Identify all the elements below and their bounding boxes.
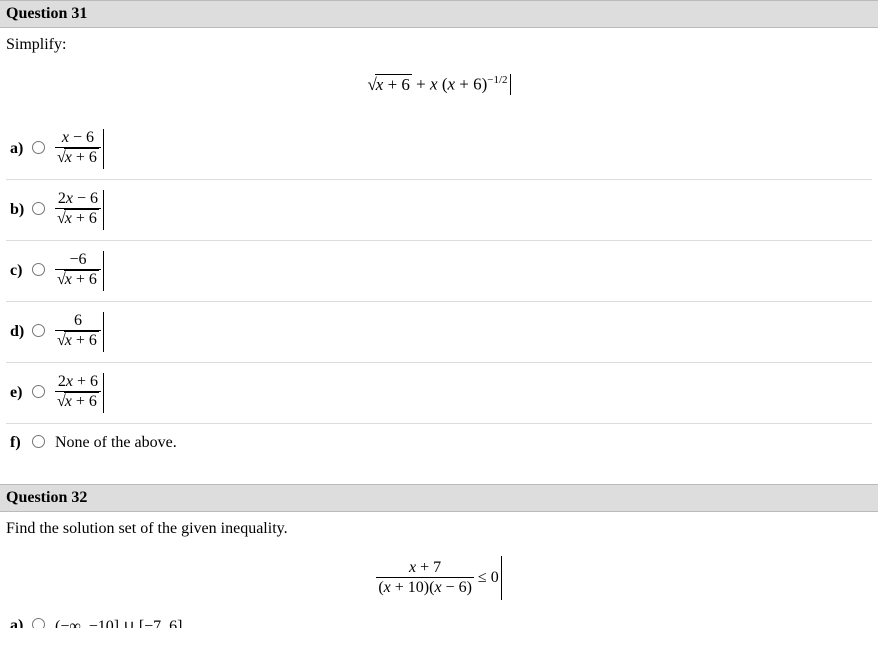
partial-interval: (−∞, −10] ∪ [−7, 6] (55, 616, 183, 628)
radio-f[interactable] (32, 435, 45, 448)
q31-choices: a) x − 6 x + 6 b) 2x − 6 x + 6 (0, 119, 878, 462)
choice-label: a) (10, 617, 32, 628)
radio-q32-a[interactable] (32, 618, 45, 628)
q31-choice-b[interactable]: b) 2x − 6 x + 6 (6, 180, 872, 241)
radio-c[interactable] (32, 263, 45, 276)
question-31-header: Question 31 (0, 0, 878, 28)
q31-choice-f[interactable]: f) None of the above. (6, 424, 872, 462)
rhs: 0 (491, 569, 499, 587)
q32-prompt: Find the solution set of the given inequ… (0, 512, 878, 538)
rel: ≤ (474, 569, 491, 587)
choice-label: e) (10, 384, 32, 402)
q31-choice-e[interactable]: e) 2x + 6 x + 6 (6, 363, 872, 424)
radio-a[interactable] (32, 141, 45, 154)
choice-label: b) (10, 201, 32, 219)
radio-e[interactable] (32, 385, 45, 398)
q31-prompt: Simplify: (0, 28, 878, 54)
choice-label: a) (10, 140, 32, 158)
q31-expression: x + 6 + x (x + 6)−1/2 (0, 54, 878, 119)
q32-choice-a-partial[interactable]: a) (−∞, −10] ∪ [−7, 6] (6, 610, 872, 628)
q31-choice-a[interactable]: a) x − 6 x + 6 (6, 119, 872, 180)
choice-label: d) (10, 323, 32, 341)
q32-choices-partial: a) (−∞, −10] ∪ [−7, 6] (0, 610, 878, 628)
q31-choice-c[interactable]: c) −6 x + 6 (6, 241, 872, 302)
q31-choice-d[interactable]: d) 6 x + 6 (6, 302, 872, 363)
q32-expression: x + 7 (x + 10)(x − 6) ≤ 0 (0, 538, 878, 610)
choice-label: c) (10, 262, 32, 280)
none-text: None of the above. (55, 434, 177, 452)
radio-b[interactable] (32, 202, 45, 215)
question-32-header: Question 32 (0, 484, 878, 512)
radio-d[interactable] (32, 324, 45, 337)
choice-label: f) (10, 434, 32, 452)
